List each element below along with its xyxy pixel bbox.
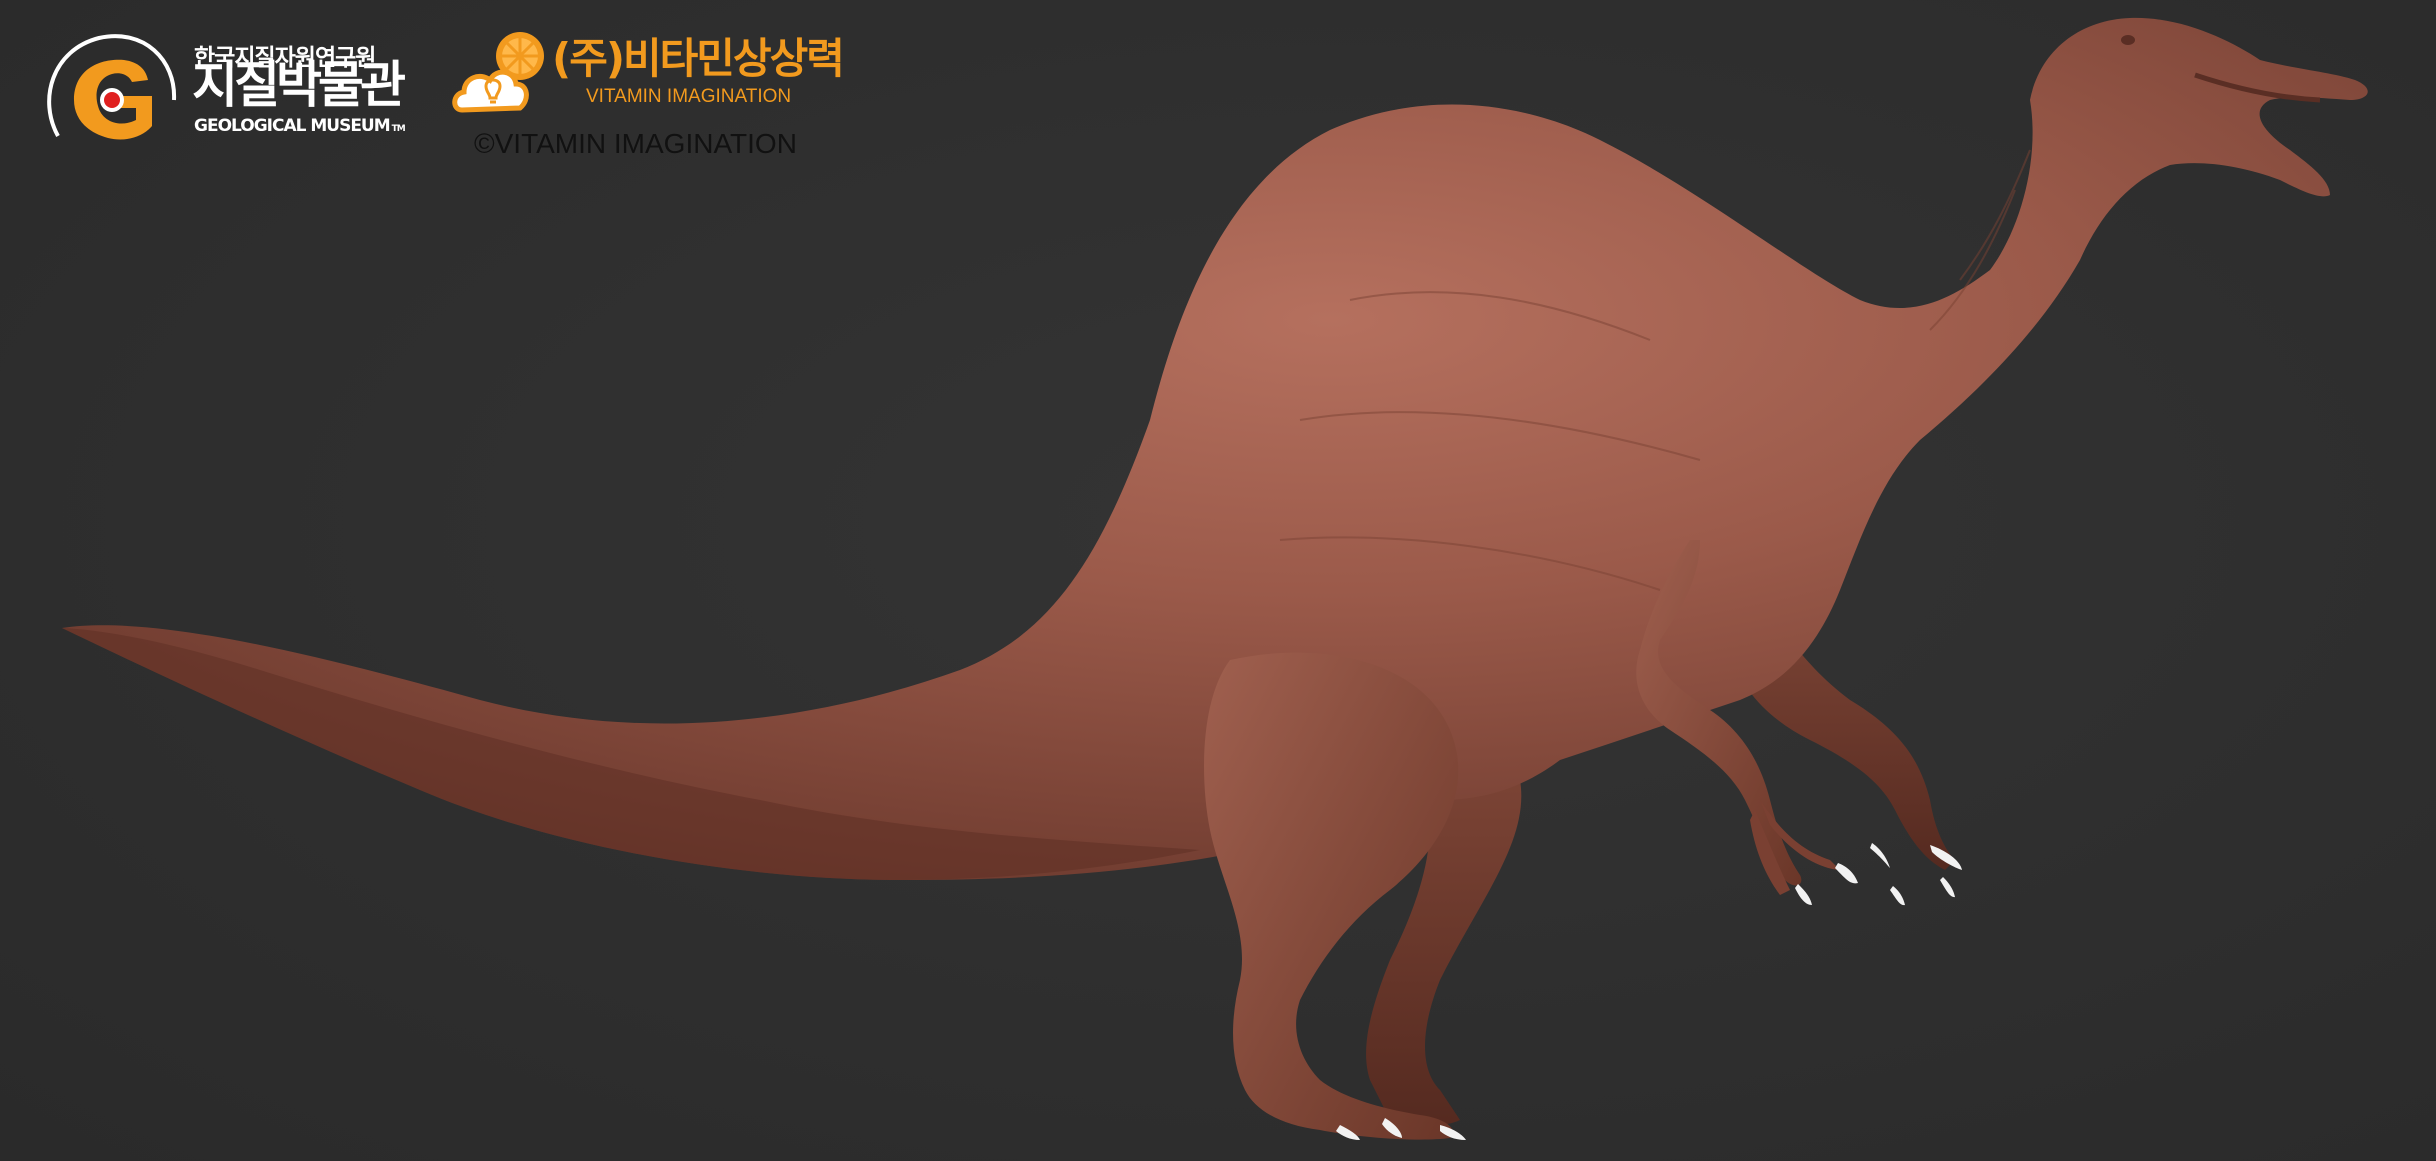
render-background: 한국지질자원연구원 지질박물관 GEOLOGICAL MUSEUM TM (주)비… xyxy=(0,0,2436,1161)
orange-lightbulb-cloud-icon xyxy=(452,32,544,113)
trademark-mark: TM xyxy=(391,124,406,134)
hand-claw xyxy=(1795,884,1812,905)
vitamin-english-name: VITAMIN IMAGINATION xyxy=(586,86,792,107)
copyright-notice: ©VITAMIN IMAGINATION xyxy=(474,128,797,159)
hand-claw xyxy=(1890,886,1905,906)
museum-korean-name: 지질박물관 xyxy=(192,56,406,114)
vitamin-imagination-logo: (주)비타민상상력 VITAMIN IMAGINATION xyxy=(452,28,845,118)
geological-museum-g-icon xyxy=(47,34,177,140)
museum-english-name: GEOLOGICAL MUSEUM TM xyxy=(194,116,406,136)
hand-claw xyxy=(1870,843,1890,868)
sail-backed-dinosaur-sculpture xyxy=(62,17,2368,1140)
hand-claw xyxy=(1835,863,1858,884)
eye xyxy=(2121,35,2135,45)
vitamin-korean-name: (주)비타민상상력 xyxy=(552,34,845,83)
hand-claw xyxy=(1940,877,1955,898)
geological-museum-logo: 한국지질자원연구원 지질박물관 GEOLOGICAL MUSEUM TM xyxy=(44,30,424,150)
